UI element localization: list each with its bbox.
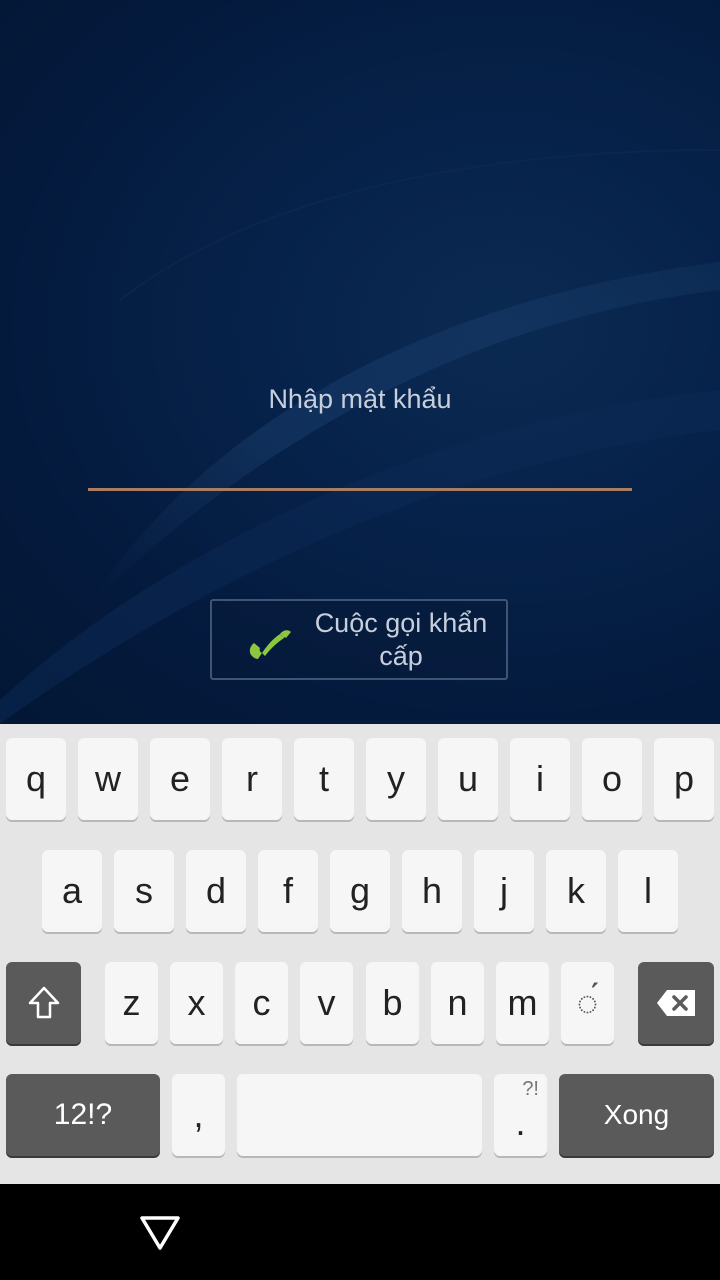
key-f[interactable]: f xyxy=(258,850,318,932)
key-e[interactable]: e xyxy=(150,738,210,820)
navigation-bar xyxy=(0,1184,720,1280)
password-input[interactable] xyxy=(88,440,632,491)
backspace-key[interactable] xyxy=(638,962,714,1044)
key-n[interactable]: n xyxy=(431,962,484,1044)
period-label: . xyxy=(515,1102,526,1143)
emergency-call-label: Cuộc gọi khẩn cấp xyxy=(314,607,488,671)
key-k[interactable]: k xyxy=(546,850,606,932)
key-l[interactable]: l xyxy=(618,850,678,932)
key-a[interactable]: a xyxy=(42,850,102,932)
key-comma[interactable]: , xyxy=(172,1074,225,1156)
key-u[interactable]: u xyxy=(438,738,498,820)
key-d[interactable]: d xyxy=(186,850,246,932)
key-q[interactable]: q xyxy=(6,738,66,820)
key-z[interactable]: z xyxy=(105,962,158,1044)
key-w[interactable]: w xyxy=(78,738,138,820)
phone-icon xyxy=(249,629,291,659)
key-r[interactable]: r xyxy=(222,738,282,820)
key-b[interactable]: b xyxy=(366,962,419,1044)
password-prompt: Nhập mật khẩu xyxy=(268,384,452,414)
shift-icon xyxy=(28,986,59,1019)
keyboard: q w e r t y u i o p a s d f g h j k l z … xyxy=(0,724,720,1184)
period-sub-label: ?! xyxy=(522,1078,539,1100)
lockscreen: Nhập mật khẩu Cuộc gọi khẩn cấp xyxy=(0,0,720,724)
shift-key[interactable] xyxy=(6,962,81,1044)
key-c[interactable]: c xyxy=(235,962,288,1044)
key-period[interactable]: ?! . xyxy=(494,1074,547,1156)
back-triangle-icon[interactable] xyxy=(138,1214,182,1252)
key-i[interactable]: i xyxy=(510,738,570,820)
key-m[interactable]: m xyxy=(496,962,549,1044)
done-key[interactable]: Xong xyxy=(559,1074,714,1156)
emergency-call-button[interactable]: Cuộc gọi khẩn cấp xyxy=(210,599,508,680)
symbols-key[interactable]: 12!? xyxy=(6,1074,160,1156)
key-v[interactable]: v xyxy=(300,962,353,1044)
key-s[interactable]: s xyxy=(114,850,174,932)
key-o[interactable]: o xyxy=(582,738,642,820)
key-y[interactable]: y xyxy=(366,738,426,820)
key-acute-accent[interactable]: ◌́ xyxy=(561,962,614,1044)
key-j[interactable]: j xyxy=(474,850,534,932)
key-h[interactable]: h xyxy=(402,850,462,932)
key-x[interactable]: x xyxy=(170,962,223,1044)
space-key[interactable] xyxy=(237,1074,482,1156)
key-g[interactable]: g xyxy=(330,850,390,932)
key-t[interactable]: t xyxy=(294,738,354,820)
backspace-icon xyxy=(657,990,695,1016)
key-p[interactable]: p xyxy=(654,738,714,820)
